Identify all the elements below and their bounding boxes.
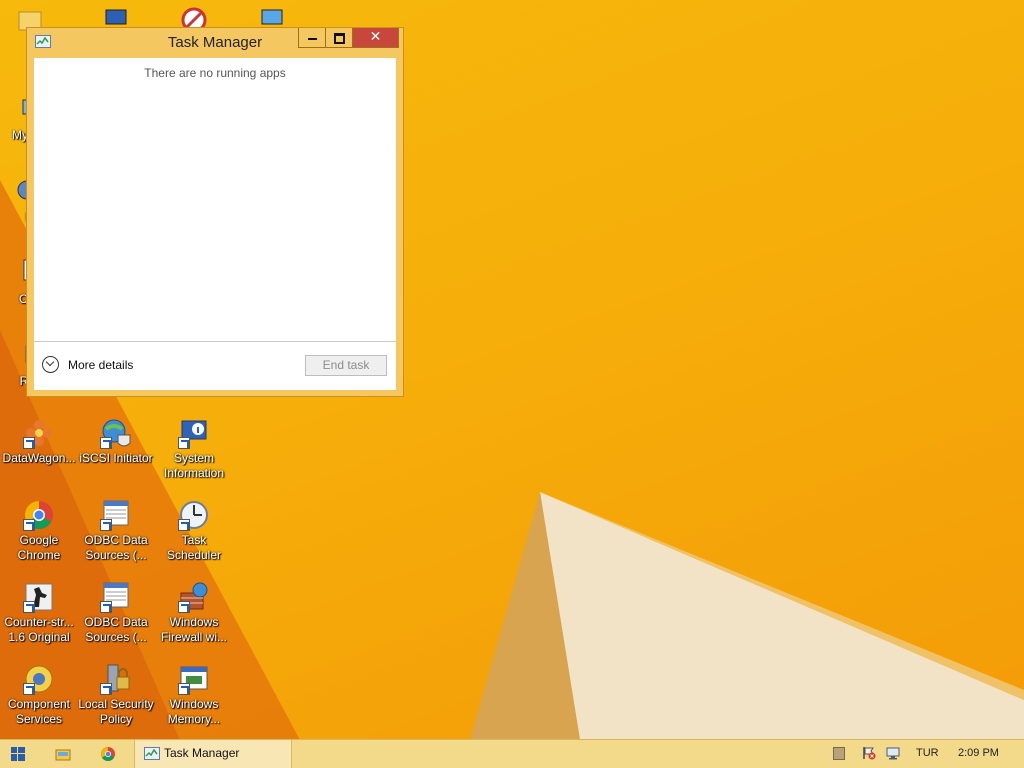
memory-diagnostic-icon (178, 663, 210, 695)
window-footer: More details End task (34, 341, 396, 390)
close-button[interactable]: ✕ (353, 28, 399, 48)
chrome-icon (23, 499, 55, 531)
desktop-icon-label: ODBC Data Sources (... (84, 533, 148, 562)
desktop-icon-component-services[interactable]: Component Services (0, 663, 78, 727)
desktop-icon-iscsi-initiator[interactable]: iSCSI Initiator (77, 417, 155, 466)
security-policy-icon (100, 663, 132, 695)
desktop-icon-local-security-policy[interactable]: Local Security Policy (77, 663, 155, 727)
network-tray-icon[interactable] (886, 746, 900, 760)
maximize-button[interactable] (326, 28, 353, 48)
flower-app-icon (23, 417, 55, 449)
desktop-icon-label: Google Chrome (17, 533, 61, 562)
odbc-icon (100, 499, 132, 531)
close-icon: ✕ (369, 29, 382, 45)
desktop-icon-task-scheduler[interactable]: Task Scheduler (155, 499, 233, 563)
system-info-icon (178, 417, 210, 449)
desktop-icon-label: Counter-str... 1.6 Original (4, 615, 74, 644)
show-desktop-icon[interactable] (833, 747, 845, 760)
desktop-icon-label: Local Security Policy (78, 697, 154, 726)
taskbar-google-chrome[interactable] (87, 740, 129, 768)
desktop-icon-datawagon[interactable]: DataWagon... (0, 417, 78, 466)
task-manager-window[interactable]: Task Manager ✕ There are no running apps… (26, 27, 404, 397)
clock[interactable]: 2:09 PM (958, 747, 999, 759)
desktop-icon-label: iSCSI Initiator (79, 451, 153, 465)
desktop-icon-windows-firewall[interactable]: Windows Firewall wi... (155, 581, 233, 645)
app-list-panel: There are no running apps More details E… (34, 58, 396, 390)
end-task-button[interactable]: End task (305, 355, 387, 376)
odbc-icon (100, 581, 132, 613)
windows-logo-icon (11, 747, 25, 761)
desktop-icon-system-information[interactable]: System Information (155, 417, 233, 481)
action-center-flag-icon[interactable] (862, 746, 876, 760)
taskbar-file-explorer[interactable] (42, 740, 84, 768)
desktop-icon-label: Task Scheduler (166, 533, 222, 562)
desktop-icon-odbc-1[interactable]: ODBC Data Sources (... (77, 499, 155, 563)
taskbar-task-label: Task Manager (164, 746, 240, 760)
desktop-icon-label: Windows Firewall wi... (160, 615, 227, 644)
more-details-label: More details (68, 358, 134, 372)
desktop-icon-label: Component Services (7, 697, 71, 726)
chrome-icon (101, 747, 115, 761)
taskbar: Task Manager TUR 2:09 PM (0, 739, 1024, 768)
desktop-icon-counter-strike[interactable]: Counter-str... 1.6 Original (0, 581, 78, 645)
empty-state-message: There are no running apps (144, 66, 286, 80)
desktop-icon-label: System Information (163, 451, 225, 480)
globe-shield-icon (100, 417, 132, 449)
clock-icon (178, 499, 210, 531)
title-bar[interactable]: Task Manager ✕ (27, 28, 403, 58)
chevron-down-icon (42, 356, 59, 373)
desktop-icon-windows-memory[interactable]: Windows Memory... (155, 663, 233, 727)
desktop-icon-label: ODBC Data Sources (... (84, 615, 148, 644)
firewall-icon (178, 581, 210, 613)
input-language-indicator[interactable]: TUR (916, 747, 939, 759)
components-icon (23, 663, 55, 695)
desktop-icon-label: Windows Memory... (167, 697, 221, 726)
desktop-icon-label: DataWagon... (2, 451, 76, 465)
file-explorer-icon (55, 749, 71, 761)
desktop-icon-google-chrome[interactable]: Google Chrome (0, 499, 78, 563)
desktop-icon-odbc-2[interactable]: ODBC Data Sources (... (77, 581, 155, 645)
minimize-button[interactable] (298, 28, 326, 48)
task-manager-app-icon (144, 747, 160, 760)
taskbar-task-manager[interactable]: Task Manager (134, 740, 292, 768)
start-button[interactable] (0, 740, 36, 768)
game-icon (23, 581, 55, 613)
